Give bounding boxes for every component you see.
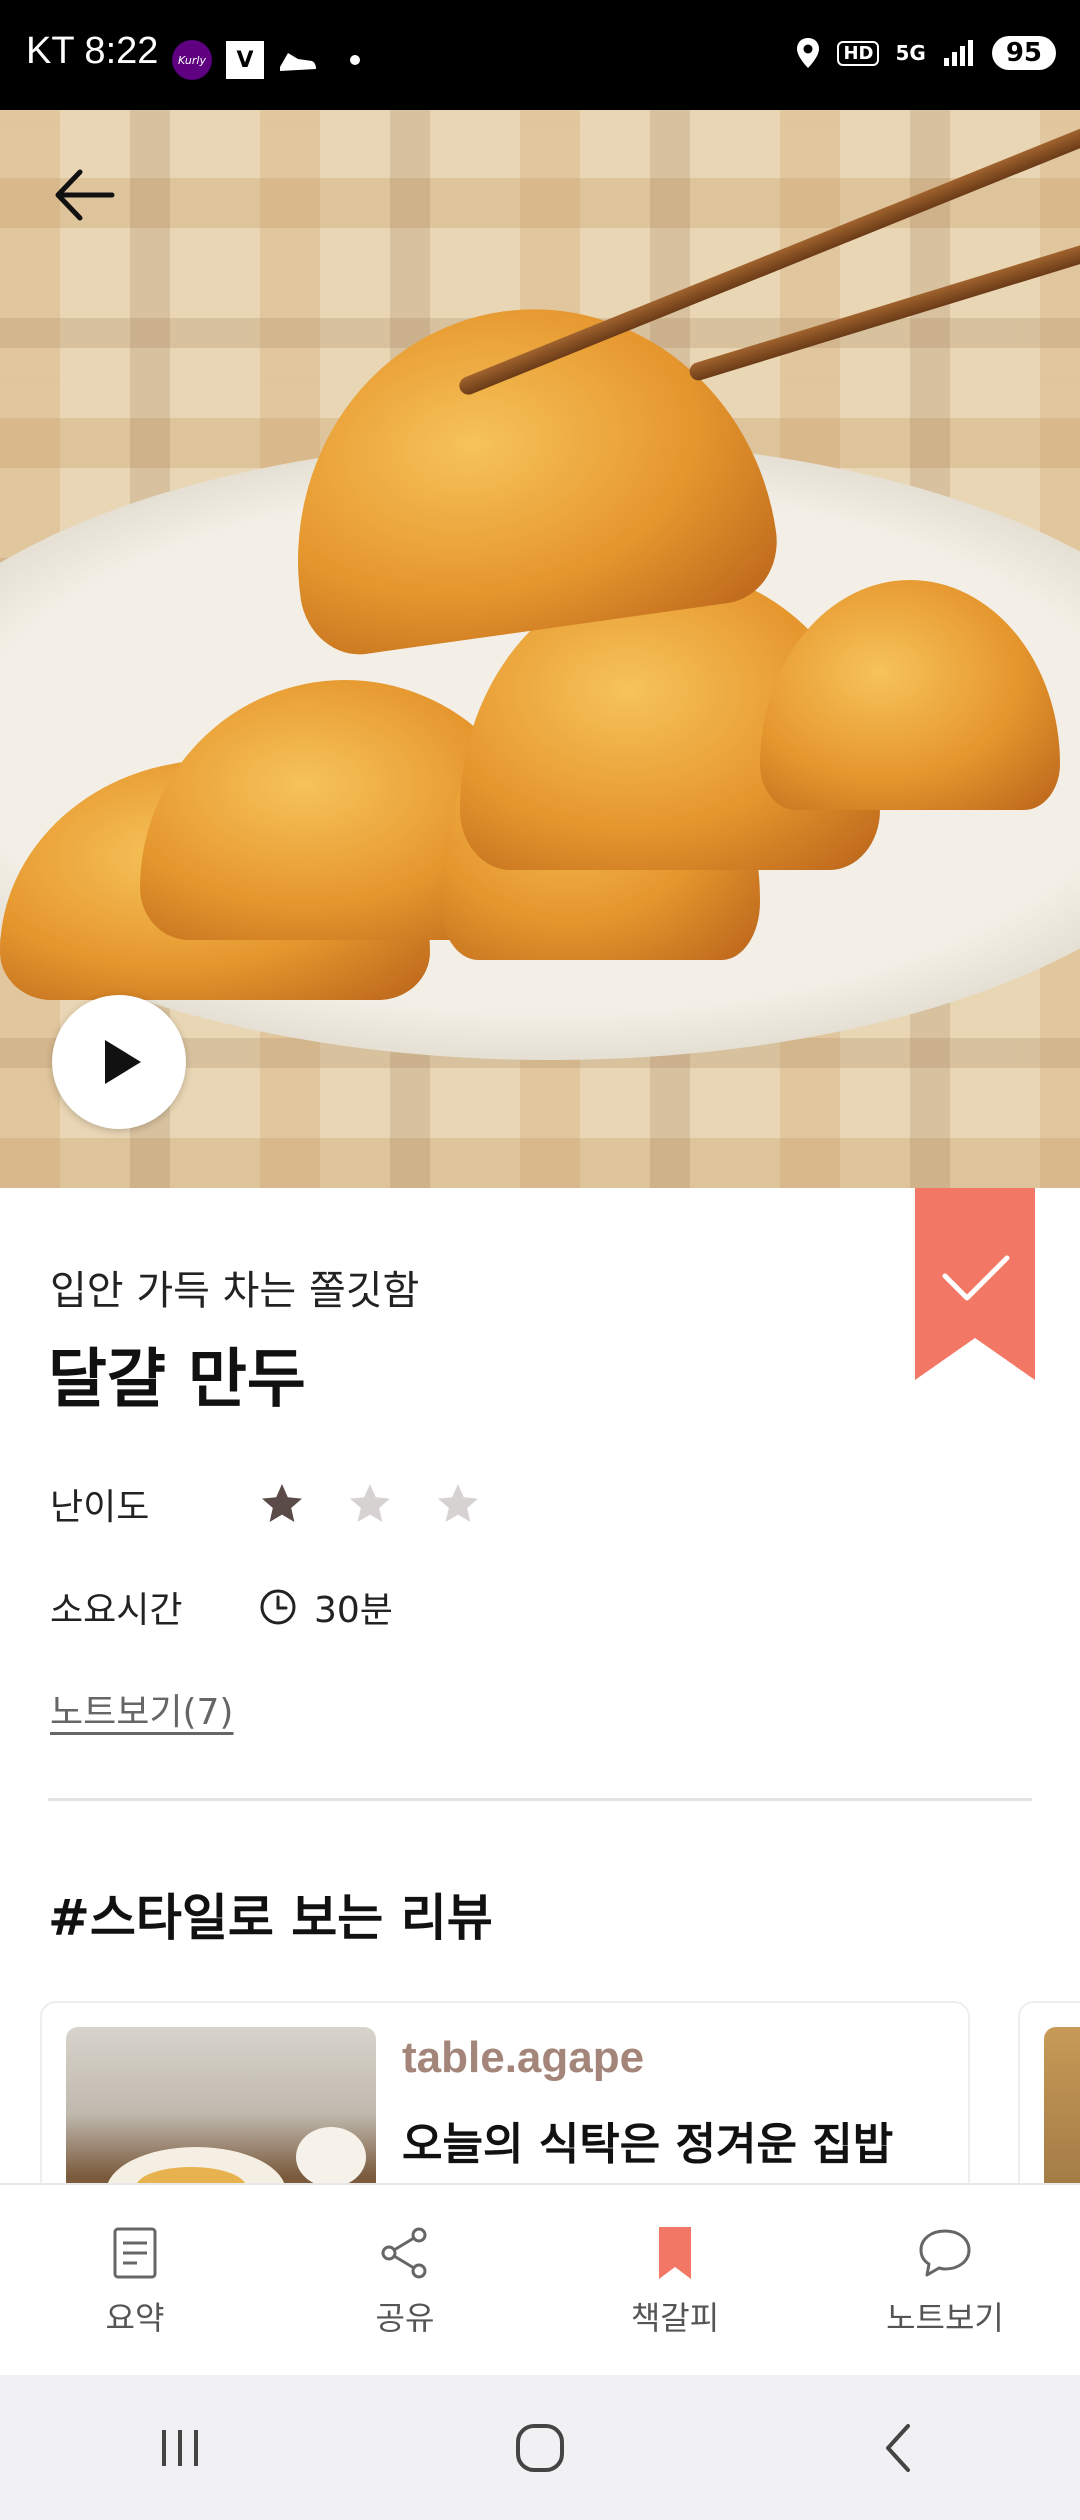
status-left-icons: Kurly V bbox=[172, 40, 360, 80]
nav-summary-label: 요약 bbox=[105, 2299, 165, 2337]
nav-summary[interactable]: 요약 bbox=[0, 2185, 270, 2377]
bookmark-icon bbox=[659, 2227, 691, 2279]
play-icon bbox=[105, 1040, 141, 1084]
home-icon bbox=[516, 2423, 564, 2472]
location-icon bbox=[797, 38, 820, 68]
recipe-hero-image bbox=[0, 110, 1080, 1188]
dumpling-held-shape bbox=[265, 278, 785, 662]
divider bbox=[48, 1798, 1032, 1801]
difficulty-row: 난이도 bbox=[50, 1478, 482, 1530]
review-section-title: #스타일로 보는 리뷰 bbox=[48, 1889, 493, 1947]
nav-share[interactable]: 공유 bbox=[270, 2185, 540, 2377]
nav-notes-label: 노트보기 bbox=[886, 2299, 1004, 2337]
bookmark-check-icon bbox=[915, 1188, 1035, 1380]
document-icon bbox=[113, 2227, 157, 2279]
nav-share-label: 공유 bbox=[375, 2299, 435, 2337]
play-video-button[interactable] bbox=[52, 995, 186, 1129]
star-filled-icon bbox=[262, 1484, 302, 1522]
v-app-icon: V bbox=[226, 41, 264, 79]
recipe-subtitle: 입안 가득 차는 쫄깃함 bbox=[50, 1268, 420, 1314]
time-row: 소요시간 30분 bbox=[50, 1581, 393, 1633]
share-icon bbox=[381, 2227, 427, 2279]
shoe-icon bbox=[280, 53, 316, 71]
status-bar: KT 8:22 Kurly V HD 5G 95 bbox=[0, 0, 1080, 110]
notification-dot-icon bbox=[350, 55, 360, 65]
bookmark-ribbon-button[interactable] bbox=[915, 1188, 1035, 1380]
back-button[interactable] bbox=[40, 150, 130, 240]
time-value: 30분 bbox=[314, 1590, 393, 1631]
chopstick-shape bbox=[687, 230, 1080, 383]
bottom-action-bar: 요약 공유 책갈피 노트보기 bbox=[0, 2183, 1080, 2377]
system-nav-bar bbox=[0, 2375, 1080, 2520]
star-empty-icon bbox=[438, 1484, 478, 1522]
hd-icon: HD bbox=[837, 40, 880, 66]
status-right-icons: HD 5G 95 bbox=[795, 36, 1056, 70]
arrow-left-icon bbox=[55, 169, 115, 221]
recipe-title: 달걀 만두 bbox=[48, 1343, 306, 1417]
speech-bubble-icon bbox=[919, 2229, 971, 2277]
bowl-shape bbox=[296, 2127, 366, 2187]
kurly-app-icon: Kurly bbox=[172, 40, 212, 80]
nav-bookmark[interactable]: 책갈피 bbox=[540, 2185, 810, 2377]
carrier-time: KT 8:22 bbox=[26, 30, 159, 72]
battery-icon: 95 bbox=[991, 36, 1056, 70]
recent-apps-button[interactable] bbox=[135, 2403, 225, 2493]
difficulty-stars bbox=[258, 1480, 482, 1528]
home-button[interactable] bbox=[495, 2403, 585, 2493]
5g-icon: 5G bbox=[895, 41, 926, 65]
notes-link[interactable]: 노트보기(7) bbox=[50, 1683, 233, 1735]
review-text: 오늘의 식탁은 정겨운 집밥 bbox=[402, 2119, 894, 2170]
signal-icon bbox=[943, 40, 973, 66]
time-label: 소요시간 bbox=[50, 1590, 183, 1631]
chevron-left-icon bbox=[886, 2423, 910, 2472]
review-author: table.agape bbox=[402, 2033, 645, 2082]
difficulty-label: 난이도 bbox=[50, 1487, 150, 1528]
star-empty-icon bbox=[350, 1484, 390, 1522]
system-back-button[interactable] bbox=[855, 2403, 945, 2493]
nav-notes[interactable]: 노트보기 bbox=[810, 2185, 1080, 2377]
nav-bookmark-label: 책갈피 bbox=[630, 2299, 720, 2337]
clock-icon bbox=[260, 1589, 296, 1625]
recent-apps-icon bbox=[162, 2429, 198, 2466]
